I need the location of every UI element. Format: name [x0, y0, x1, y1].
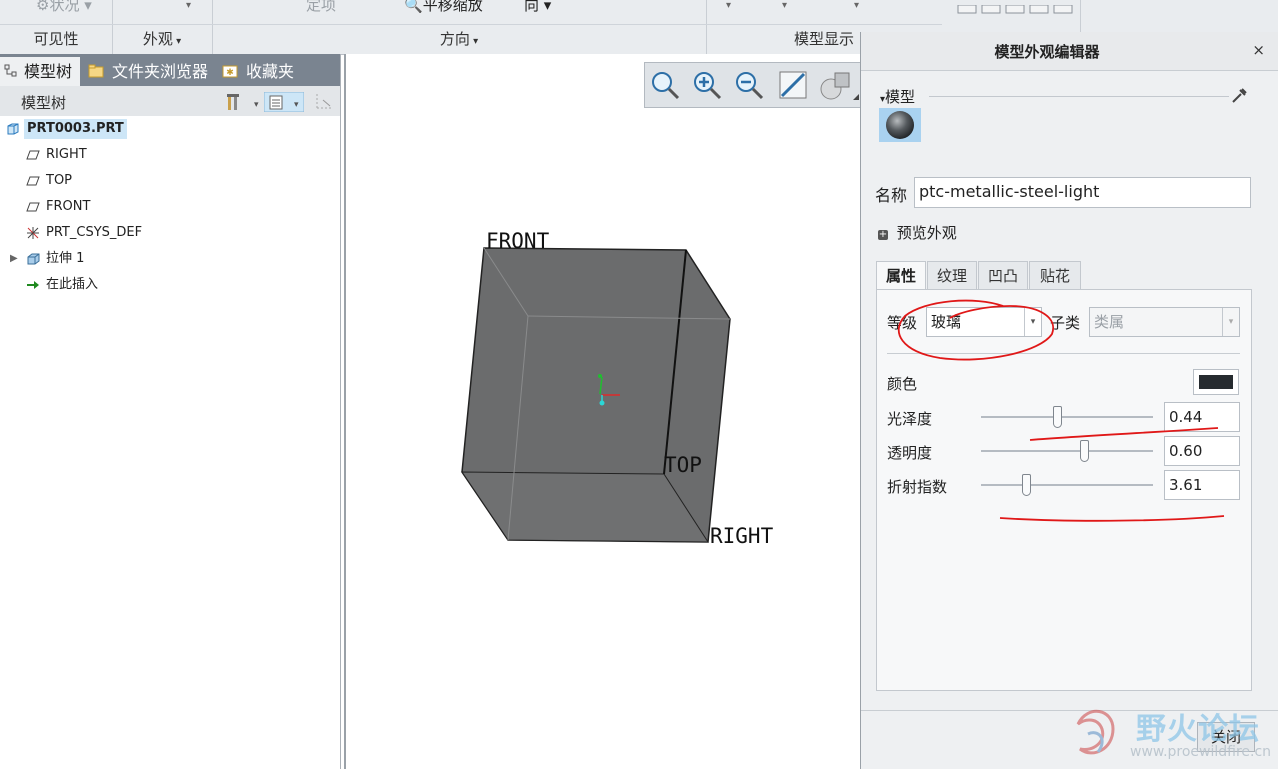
- appearance-editor-dialog: 模型外观编辑器 × ▾模型 名称 ptc-metallic-steel-ligh…: [860, 32, 1278, 769]
- extrude-icon: [27, 253, 40, 265]
- svg-text:◢: ◢: [853, 92, 859, 101]
- datum-plane-icon: [26, 150, 40, 160]
- close-icon[interactable]: ×: [1252, 41, 1265, 59]
- ribbon-mini-icons: [957, 4, 1073, 14]
- properties-panel: 等级 玻璃 ▾ 子类 类属 ▾ 颜色 光泽度 0.44 透明度 0.60 折射指…: [876, 289, 1252, 691]
- appearance-dropdown[interactable]: ▾: [186, 0, 191, 11]
- transparency-slider-thumb[interactable]: [1080, 440, 1090, 462]
- expand-arrow-icon[interactable]: ▶: [10, 249, 18, 269]
- class-combobox[interactable]: 玻璃 ▾: [926, 307, 1042, 337]
- view-toolbar: ◢: [644, 62, 861, 108]
- dialog-title: 模型外观编辑器: [994, 43, 1100, 61]
- status-item[interactable]: ⚙状况 ▾: [36, 0, 92, 15]
- display-dropdown-1[interactable]: ▾: [726, 0, 731, 11]
- gloss-label: 光泽度: [887, 410, 933, 428]
- transparency-slider-track[interactable]: [981, 450, 1153, 452]
- display-style-icon[interactable]: ◢: [819, 69, 859, 101]
- tab-model-tree[interactable]: 模型树: [0, 57, 80, 86]
- display-dropdown-3[interactable]: ▾: [854, 0, 859, 11]
- favorites-icon: ✱: [222, 65, 238, 78]
- zoom-in-icon[interactable]: [691, 69, 723, 101]
- chevron-down-icon: ▾: [1024, 308, 1041, 336]
- class-label: 等级: [887, 314, 918, 332]
- name-field[interactable]: ptc-metallic-steel-light: [914, 177, 1251, 208]
- display-dropdown-2[interactable]: ▾: [782, 0, 787, 11]
- datum-label-right: RIGHT: [710, 524, 774, 548]
- panel-tab-bar: 模型树 文件夹浏览器 ✱ 收藏夹: [0, 54, 340, 86]
- orient-item[interactable]: 定项: [306, 0, 336, 15]
- chevron-down-icon: ▾: [1222, 308, 1239, 336]
- color-label: 颜色: [887, 375, 918, 393]
- tab-bump[interactable]: 凹凸: [978, 261, 1028, 290]
- group-visibility[interactable]: 可见性: [0, 24, 112, 54]
- left-panel: 模型树 文件夹浏览器 ✱ 收藏夹 模型树 ▾ ▾ PRT0003.PRT RIG…: [0, 54, 341, 769]
- refit-icon[interactable]: [777, 69, 809, 101]
- subclass-combobox[interactable]: 类属 ▾: [1089, 307, 1240, 337]
- color-swatch: [1199, 375, 1233, 389]
- sphere-swatch-icon: [886, 111, 914, 139]
- datum-plane-icon: [26, 176, 40, 186]
- insert-arrow-icon: [27, 281, 39, 289]
- tab-favorites[interactable]: ✱ 收藏夹: [218, 57, 304, 86]
- model-tree: PRT0003.PRT RIGHT TOP FRONT PRT_CSYS_DEF…: [0, 116, 340, 769]
- ribbon-icon-row: [956, 0, 1078, 14]
- gloss-value-field[interactable]: 0.44: [1164, 402, 1240, 432]
- datum-label-top: TOP: [664, 453, 702, 477]
- chevron-down-icon: ▾: [469, 36, 479, 47]
- group-orientation[interactable]: 方向 ▾: [212, 24, 706, 54]
- color-swatch-button[interactable]: [1193, 369, 1239, 395]
- pan-zoom-button[interactable]: 🔍平移缩放: [404, 0, 483, 15]
- csys-icon: [27, 227, 39, 239]
- gloss-slider-track[interactable]: [981, 416, 1153, 418]
- watermark-brand: 野火论坛: [1136, 712, 1260, 747]
- refraction-value-field[interactable]: 3.61: [1164, 470, 1240, 500]
- tab-properties[interactable]: 属性: [876, 261, 926, 291]
- expand-plus-icon: +: [878, 229, 888, 240]
- part-icon: [7, 123, 19, 135]
- model-cube[interactable]: FRONT TOP RIGHT: [346, 54, 862, 769]
- model-tree-icon: [4, 64, 17, 77]
- folder-icon: [88, 64, 104, 78]
- appearance-thumbnail[interactable]: [879, 108, 921, 142]
- subclass-label: 子类: [1050, 314, 1081, 332]
- section-divider: [929, 96, 1229, 97]
- eyedropper-icon[interactable]: [1229, 86, 1249, 106]
- show-list-icon[interactable]: ▾: [264, 92, 304, 112]
- zoom-window-icon[interactable]: [649, 69, 681, 101]
- preview-toggle[interactable]: + 预览外观: [878, 222, 957, 243]
- tree-settings-icon[interactable]: ▾: [226, 92, 260, 112]
- svg-text:▾: ▾: [254, 100, 259, 110]
- status-icon: ⚙: [36, 0, 50, 14]
- magnifier-icon: 🔍: [404, 0, 423, 14]
- transparency-label: 透明度: [887, 444, 933, 462]
- tab-folder-browser[interactable]: 文件夹浏览器: [84, 57, 214, 86]
- refraction-slider-track[interactable]: [981, 484, 1153, 486]
- cube-geometry: [461, 247, 731, 543]
- group-appearance[interactable]: 外观 ▾: [112, 24, 212, 54]
- refraction-label: 折射指数: [887, 478, 948, 496]
- name-label: 名称: [875, 186, 908, 205]
- wildfire-logo-icon: [1076, 709, 1115, 755]
- filter-icon[interactable]: [314, 92, 334, 112]
- panel-divider: [887, 353, 1240, 354]
- chevron-down-icon: ▾: [172, 36, 182, 47]
- watermark-url: www.proewildfire.cn: [1130, 744, 1272, 760]
- forum-watermark: 野火论坛 www.proewildfire.cn: [1066, 700, 1276, 769]
- svg-text:✱: ✱: [226, 68, 234, 78]
- dialog-title-bar: 模型外观编辑器 ×: [861, 32, 1278, 71]
- direction-dropdown[interactable]: 向 ▾: [524, 0, 551, 15]
- transparency-value-field[interactable]: 0.60: [1164, 436, 1240, 466]
- datum-plane-icon: [26, 202, 40, 212]
- tree-header: 模型树 ▾ ▾: [0, 86, 340, 116]
- model-section-header[interactable]: ▾模型: [880, 86, 915, 107]
- datum-label-front: FRONT: [486, 229, 550, 253]
- tab-texture[interactable]: 纹理: [927, 261, 977, 290]
- zoom-out-icon[interactable]: [733, 69, 765, 101]
- refraction-slider-thumb[interactable]: [1021, 474, 1031, 496]
- graphics-viewport[interactable]: FRONT TOP RIGHT: [344, 54, 862, 769]
- tab-decal[interactable]: 贴花: [1029, 261, 1081, 290]
- gloss-slider-thumb[interactable]: [1052, 406, 1062, 428]
- svg-text:▾: ▾: [294, 100, 299, 110]
